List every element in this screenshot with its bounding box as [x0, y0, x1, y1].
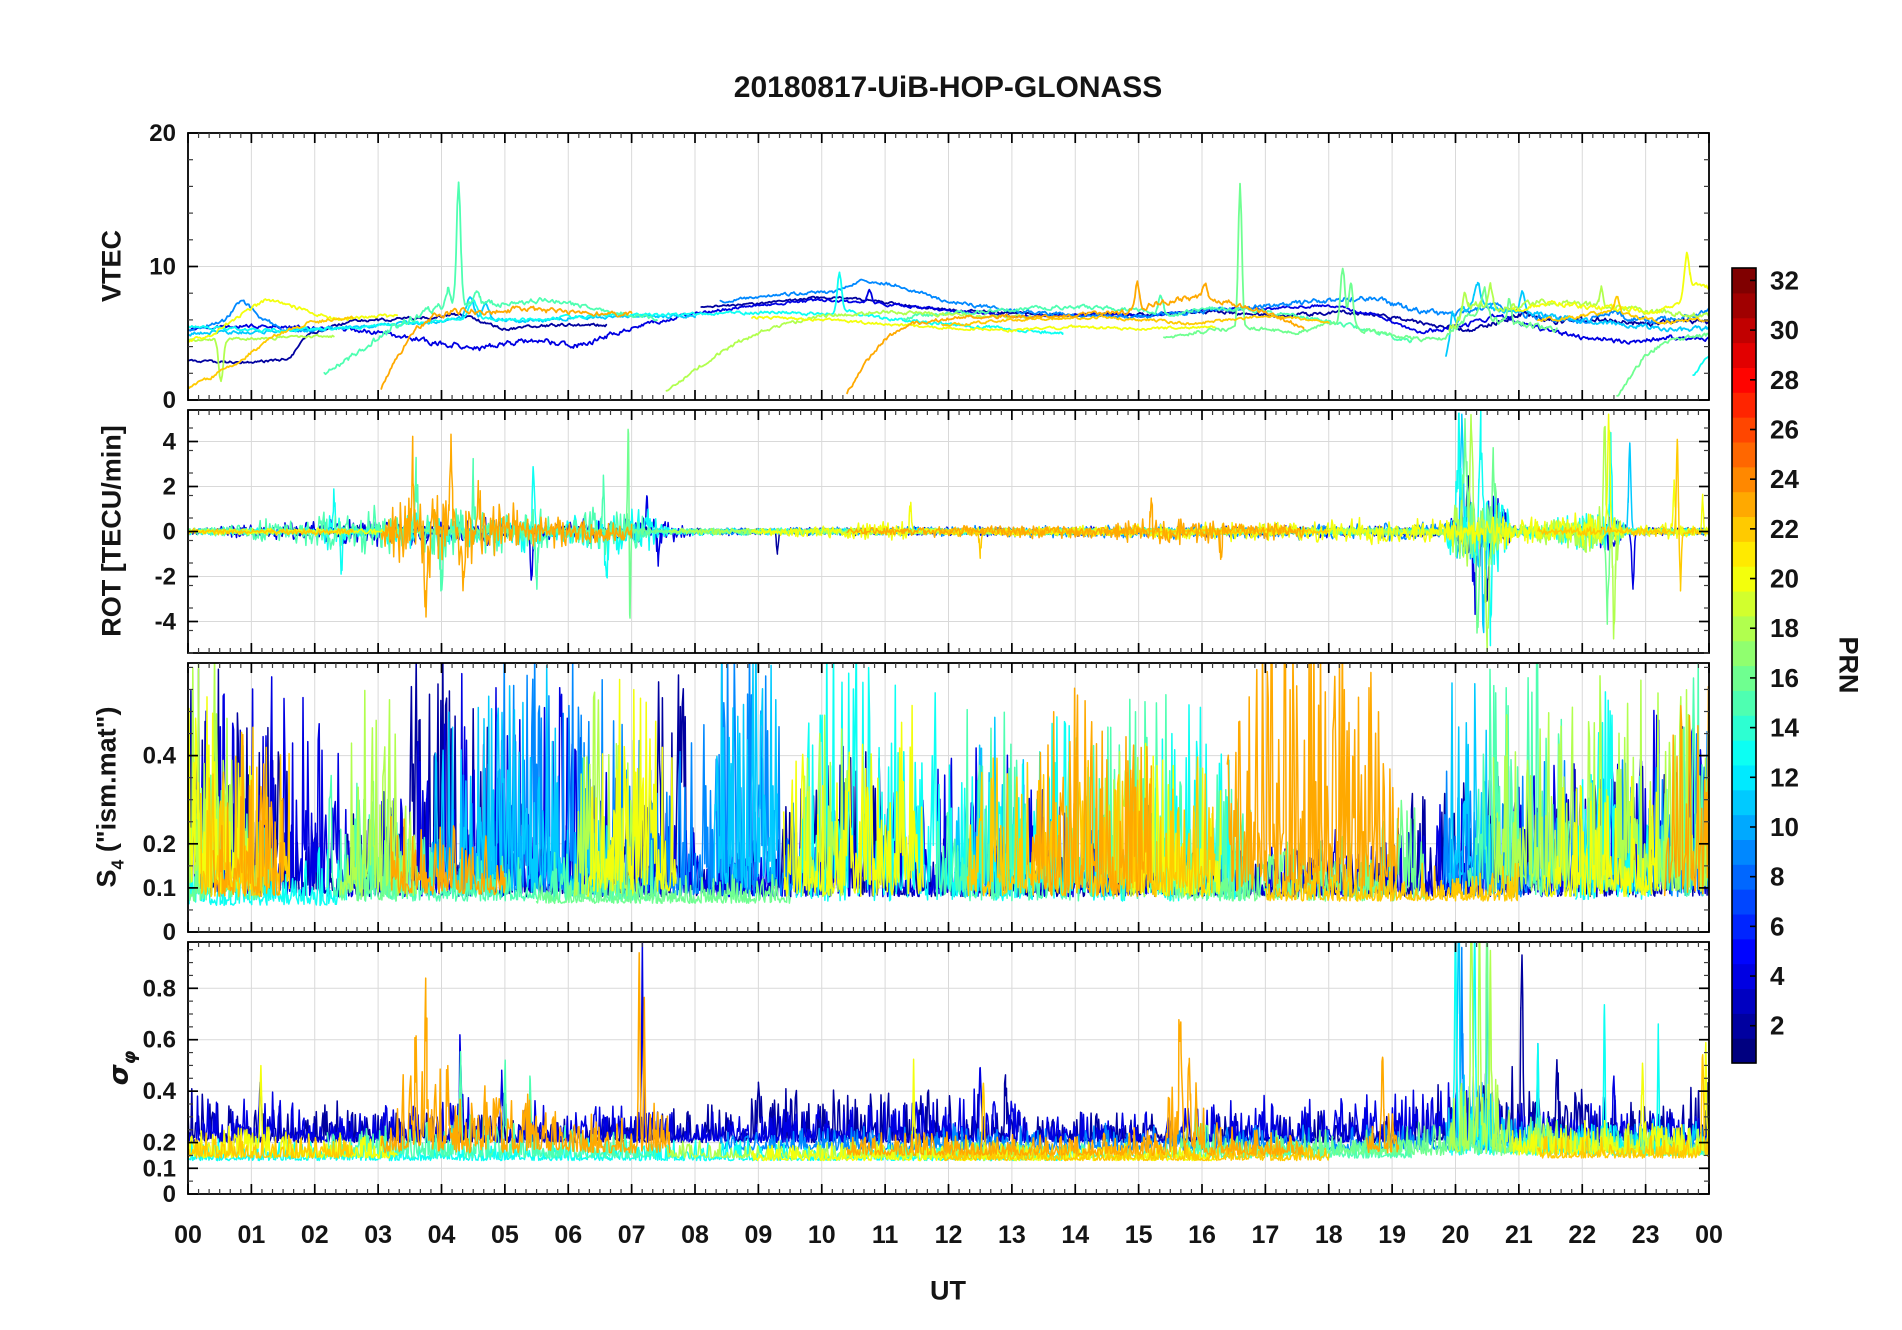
colorbar-tick-label: 14 — [1770, 713, 1799, 743]
colorbar-cell — [1732, 441, 1756, 468]
series-prn-15 — [326, 1051, 658, 1159]
colorbar-cell — [1732, 988, 1756, 1014]
x-tick-label: 21 — [1505, 1221, 1533, 1249]
y-tick-label: 20 — [149, 120, 176, 147]
colorbar-cell — [1732, 590, 1756, 617]
x-tick-label: 22 — [1568, 1221, 1596, 1249]
series-prn-18 — [188, 333, 335, 383]
colorbar-cell — [1732, 789, 1756, 816]
colorbar-tick-label: 8 — [1770, 862, 1784, 892]
colorbar-cell — [1732, 740, 1756, 766]
series-prn-23 — [1226, 663, 1400, 893]
x-tick-label: 20 — [1442, 1221, 1470, 1249]
y-axis-label-rot: ROT [TECU/min] — [96, 425, 127, 637]
colorbar-tick-label: 4 — [1770, 961, 1785, 991]
colorbar-tick-label: 18 — [1770, 613, 1799, 643]
colorbar-cell — [1732, 541, 1756, 567]
x-tick-label: 07 — [618, 1221, 646, 1249]
series-prn-13 — [188, 271, 1064, 336]
colorbar-label: PRN — [1833, 636, 1864, 694]
x-tick-label: 01 — [237, 1221, 265, 1249]
x-axis-label: UT — [930, 1275, 966, 1306]
series-prn-13 — [1692, 355, 1709, 377]
y-tick-label: 2 — [163, 474, 176, 501]
x-tick-label: 08 — [681, 1221, 709, 1249]
colorbar-cell — [1732, 839, 1756, 865]
figure-glonass-scintillation: 0 10 20 -4 -2 0 2 4 0 0.1 0.2 0.4 0 0.1 0.2 0.4 0.6 0.8 00… — [0, 0, 1902, 1330]
colorbar-tick-label: 32 — [1770, 265, 1799, 295]
series-prn-23 — [380, 433, 633, 618]
colorbar-tick-label: 2 — [1770, 1011, 1784, 1041]
x-tick-label: 10 — [808, 1221, 836, 1249]
y-tick-label: 0 — [163, 519, 176, 546]
series-prn-23 — [380, 951, 671, 1154]
x-tick-label: 19 — [1378, 1221, 1406, 1249]
y-tick-label: 0.1 — [143, 1155, 176, 1182]
x-tick-label: 14 — [1061, 1221, 1089, 1249]
y-axis-label-s4: S4 ("ism.mat") — [91, 706, 128, 888]
colorbar-tick-label: 6 — [1770, 911, 1784, 941]
colorbar-cell — [1732, 491, 1756, 518]
y-axis-label-sigma-phi: σφ — [103, 1050, 141, 1086]
x-tick-label: 03 — [364, 1221, 392, 1249]
colorbar-cell — [1732, 938, 1756, 965]
chart-canvas: 01020-4-202400.10.20.400.10.20.40.60.800… — [143, 120, 1800, 1249]
series-prn-20 — [1511, 1041, 1709, 1157]
colorbar-tick-label: 24 — [1770, 464, 1799, 494]
x-tick-label: 17 — [1251, 1221, 1279, 1249]
colorbar-tick-label: 20 — [1770, 564, 1799, 594]
colorbar-tick-label: 22 — [1770, 514, 1799, 544]
colorbar-cell — [1732, 392, 1756, 418]
y-tick-label: 0.2 — [143, 1130, 176, 1157]
y-tick-label: 0.2 — [143, 831, 176, 858]
colorbar-cell — [1732, 342, 1756, 368]
colorbar-cell — [1732, 889, 1756, 915]
colorbar-tick-label: 26 — [1770, 414, 1799, 444]
x-tick-label: 15 — [1125, 1221, 1153, 1249]
series-prn-20 — [1511, 251, 1709, 315]
y-tick-label: 0.1 — [143, 875, 176, 902]
x-tick-label: 18 — [1315, 1221, 1343, 1249]
y-tick-label: 0 — [163, 387, 176, 414]
x-tick-label: 04 — [428, 1221, 456, 1249]
y-tick-label: 0.8 — [143, 975, 176, 1002]
series-prn-22 — [1537, 438, 1709, 592]
y-tick-label: 0.6 — [143, 1027, 176, 1054]
x-tick-label: 13 — [998, 1221, 1026, 1249]
x-tick-label: 16 — [1188, 1221, 1216, 1249]
y-tick-label: -4 — [155, 609, 177, 636]
y-tick-label: 10 — [149, 254, 176, 281]
x-tick-label: 00 — [1695, 1221, 1723, 1249]
y-tick-label: 0.4 — [143, 743, 177, 770]
colorbar-cell — [1732, 292, 1756, 319]
series-prn-16 — [1616, 332, 1709, 397]
page-title: 20180817-UiB-HOP-GLONASS — [733, 71, 1163, 104]
colorbar-tick-label: 30 — [1770, 315, 1799, 345]
colorbar-tick-label: 10 — [1770, 812, 1799, 842]
x-tick-label: 02 — [301, 1221, 329, 1249]
colorbar-cell — [1732, 640, 1756, 667]
y-tick-label: -2 — [155, 564, 176, 591]
y-axis-label-vtec: VTEC — [96, 229, 127, 303]
colorbar-cell — [1732, 690, 1756, 716]
x-tick-label: 06 — [554, 1221, 582, 1249]
y-tick-label: 0 — [163, 919, 176, 946]
colorbar-tick-label: 28 — [1770, 365, 1799, 395]
x-tick-label: 05 — [491, 1221, 519, 1249]
x-tick-label: 23 — [1632, 1221, 1660, 1249]
colorbar-tick-label: 12 — [1770, 762, 1799, 792]
x-tick-label: 12 — [935, 1221, 963, 1249]
colorbar-cell — [1732, 1038, 1756, 1064]
x-tick-label: 11 — [872, 1221, 899, 1249]
x-tick-label: 00 — [174, 1221, 202, 1249]
colorbar-tick-label: 16 — [1770, 663, 1799, 693]
series-prn-16 — [1163, 182, 1558, 343]
y-tick-label: 4 — [163, 429, 177, 456]
x-tick-label: 09 — [744, 1221, 772, 1249]
y-tick-label: 0 — [163, 1181, 176, 1208]
y-tick-label: 0.4 — [143, 1078, 177, 1105]
